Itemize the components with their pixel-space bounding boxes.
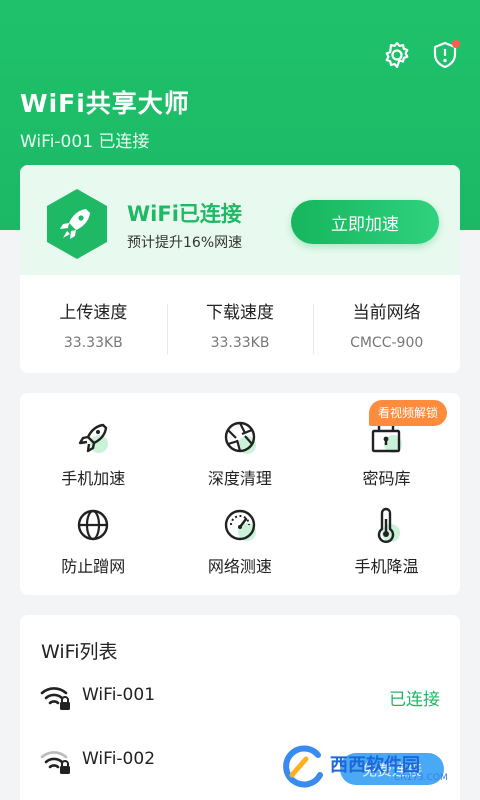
tool-deep-clean[interactable]: 深度清理 <box>167 415 314 503</box>
tools-card: 手机加速 深度清理 密码库 防止蹭网 网络测速 手机降温 看视频解锁 <box>20 393 460 595</box>
tool-password-vault[interactable]: 密码库 <box>313 415 460 503</box>
header-actions <box>382 40 460 70</box>
tool-label: 手机加速 <box>61 469 126 488</box>
tool-label: 网络测速 <box>207 557 272 576</box>
speed-estimate: 预计提升16%网速 <box>127 235 243 251</box>
watermark: 西西软件园 CR173.COM <box>282 745 462 791</box>
thermometer-icon <box>378 507 401 543</box>
wifi-name: WiFi-002 <box>82 749 156 769</box>
wifi-status-title: WiFi已连接 <box>127 202 242 226</box>
network-stats: 上传速度 33.33KB 下载速度 33.33KB 当前网络 CMCC-900 <box>20 275 460 373</box>
connection-status: WiFi-001 已连接 <box>20 132 150 152</box>
watermark-logo-icon <box>283 745 323 788</box>
status-card: WiFi已连接 预计提升16%网速 立即加速 上传速度 33.33KB 下载速度… <box>20 165 460 373</box>
boost-button[interactable]: 立即加速 <box>291 200 439 244</box>
tool-phone-boost[interactable]: 手机加速 <box>20 415 167 503</box>
stat-network: 当前网络 CMCC-900 <box>313 298 460 354</box>
rocket-icon <box>79 423 109 453</box>
stat-value: 33.33KB <box>210 334 270 351</box>
wifi-name: WiFi-001 <box>82 685 156 705</box>
wifi-row[interactable]: WiFi-001 已连接 <box>20 677 460 717</box>
tool-label: 防止蹭网 <box>61 557 126 576</box>
tool-label: 手机降温 <box>354 557 419 576</box>
globe-icon <box>78 509 109 541</box>
stat-value: 33.33KB <box>63 334 123 351</box>
stat-upload: 上传速度 33.33KB <box>20 298 167 351</box>
gear-icon[interactable] <box>382 40 412 70</box>
wifi-locked-icon <box>40 687 70 710</box>
speedometer-icon <box>224 509 256 541</box>
wifi-locked-icon <box>40 751 70 774</box>
tool-phone-cooling[interactable]: 手机降温 <box>313 503 460 591</box>
watermark-sub: CR173.COM <box>394 773 448 783</box>
tool-speed-test[interactable]: 网络测速 <box>167 503 314 591</box>
app-title: WiFi共享大师 <box>20 89 190 118</box>
stat-label: 当前网络 <box>352 302 421 323</box>
stat-download: 下载速度 33.33KB <box>166 298 314 354</box>
aperture-icon <box>224 421 256 454</box>
shield-alert-icon[interactable] <box>430 40 460 70</box>
tool-label: 深度清理 <box>207 469 272 488</box>
notification-dot <box>452 40 460 48</box>
wifi-connected-label: 已连接 <box>389 690 440 710</box>
wifi-list-title: WiFi列表 <box>41 641 118 663</box>
tool-anti-freeload[interactable]: 防止蹭网 <box>20 503 167 591</box>
unlock-badge[interactable]: 看视频解锁 <box>369 400 448 426</box>
stat-value: CMCC-900 <box>350 334 424 351</box>
rocket-hex-icon <box>47 189 107 259</box>
status-banner: WiFi已连接 预计提升16%网速 立即加速 <box>20 165 460 275</box>
stat-label: 上传速度 <box>59 302 128 323</box>
stat-label: 下载速度 <box>206 302 274 323</box>
tool-label: 密码库 <box>362 469 411 488</box>
